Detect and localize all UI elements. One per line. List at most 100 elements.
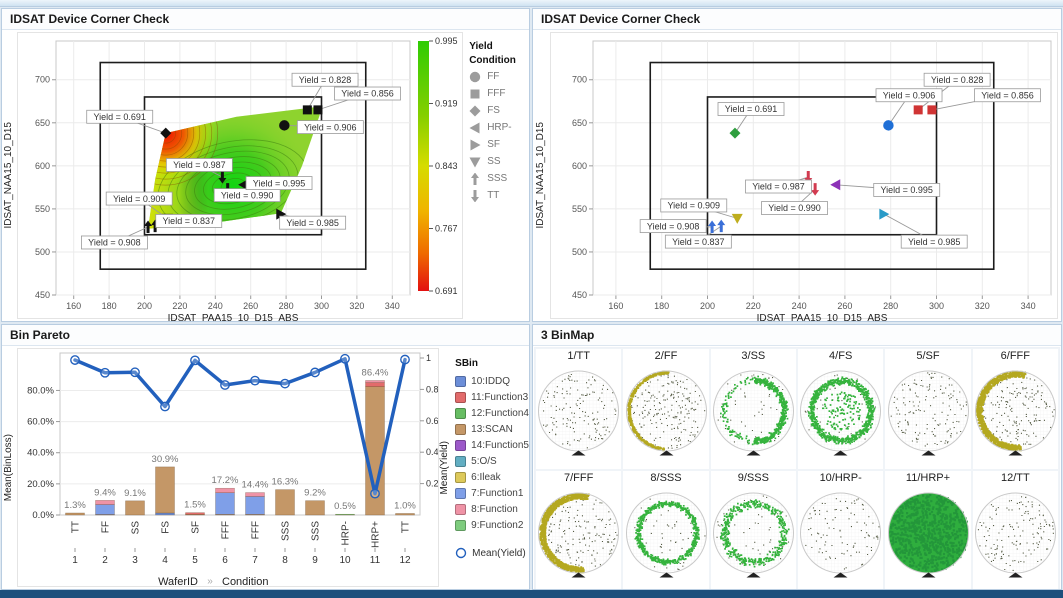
mean-yield-point[interactable]: [400, 355, 408, 363]
data-point-marker[interactable]: [914, 105, 923, 114]
data-point-marker[interactable]: [303, 105, 312, 114]
condition-legend-item-sf[interactable]: SF: [469, 136, 529, 153]
wafer-map[interactable]: [972, 485, 1059, 589]
data-point-marker[interactable]: [471, 173, 479, 185]
data-point-marker[interactable]: [471, 89, 480, 98]
wafer-map[interactable]: [885, 363, 972, 469]
mean-yield-point[interactable]: [340, 355, 348, 363]
yield-annotation: Yield = 0.828: [292, 73, 358, 86]
wafer-map[interactable]: [710, 363, 797, 469]
mean-yield-point[interactable]: [160, 402, 168, 410]
wafer-map[interactable]: [972, 363, 1059, 469]
wafer-map[interactable]: [797, 485, 884, 589]
wafer-map[interactable]: [535, 363, 622, 469]
data-point-marker[interactable]: [927, 105, 936, 114]
binloss-bar-segment[interactable]: [215, 493, 234, 515]
binloss-bar-segment[interactable]: [125, 501, 144, 515]
binloss-bar-segment[interactable]: [155, 467, 174, 513]
data-point-marker[interactable]: [470, 71, 480, 81]
wafer-map[interactable]: [623, 485, 710, 589]
data-point-marker[interactable]: [883, 120, 893, 130]
sbin-legend-item[interactable]: 6:Ileak: [455, 469, 529, 485]
corner-contour-chart[interactable]: 1601802002202402602803003203404505005506…: [18, 33, 416, 321]
sbin-legend-item[interactable]: 9:Function2: [455, 517, 529, 533]
mean-yield-point[interactable]: [280, 379, 288, 387]
mean-yield-point[interactable]: [370, 489, 378, 497]
mean-yield-point[interactable]: [130, 368, 138, 376]
wafer-id-tick-label: 7: [252, 555, 258, 566]
sbin-legend-item[interactable]: 5:O/S: [455, 453, 529, 469]
binloss-bar-segment[interactable]: [335, 514, 354, 515]
binloss-bar-segment[interactable]: [215, 488, 234, 493]
wafer-cell-4-fs[interactable]: 4/FS: [797, 348, 884, 470]
wafer-cell-8-sss[interactable]: 8/SSS: [622, 470, 709, 589]
wafer-cell-1-tt[interactable]: 1/TT: [535, 348, 622, 470]
binloss-bar-segment[interactable]: [365, 383, 384, 387]
svg-text:0.6: 0.6: [426, 416, 438, 426]
binloss-bar-segment[interactable]: [305, 501, 324, 515]
sbin-legend-item[interactable]: 14:Function5: [455, 437, 529, 453]
data-point-marker[interactable]: [471, 190, 479, 202]
mean-yield-point[interactable]: [100, 369, 108, 377]
binloss-bar-segment[interactable]: [245, 493, 264, 497]
binloss-bar-segment[interactable]: [365, 380, 384, 382]
data-point-marker[interactable]: [470, 105, 481, 116]
sbin-legend-item[interactable]: 10:IDDQ: [455, 373, 529, 389]
mean-yield-point[interactable]: [250, 376, 258, 384]
data-point-marker[interactable]: [470, 157, 481, 167]
svg-text:IDSAT_PAA15_10_D15_ABS: IDSAT_PAA15_10_D15_ABS: [168, 313, 299, 321]
binloss-bar-segment[interactable]: [155, 513, 174, 515]
mean-yield-point[interactable]: [70, 356, 78, 364]
wafer-map[interactable]: [885, 485, 972, 589]
wafer-cell-6-fff[interactable]: 6/FFF: [972, 348, 1059, 470]
data-point-marker[interactable]: [314, 105, 323, 114]
condition-legend-item-ss[interactable]: SS: [469, 153, 529, 170]
condition-legend-item-fff[interactable]: FFF: [469, 85, 529, 102]
svg-text:220: 220: [173, 301, 188, 311]
binloss-bar-segment[interactable]: [65, 513, 84, 515]
data-point-marker[interactable]: [471, 139, 481, 150]
sbin-legend-item[interactable]: 11:Function3: [455, 389, 529, 405]
binloss-bar-segment[interactable]: [185, 513, 204, 515]
mean-yield-point[interactable]: [220, 381, 228, 389]
wafer-label: 4/FS: [829, 349, 852, 363]
data-point-marker[interactable]: [279, 120, 289, 130]
mean-yield-point[interactable]: [190, 356, 198, 364]
condition-legend-item-ff[interactable]: FF: [469, 68, 529, 85]
mean-yield-legend[interactable]: Mean(Yield): [455, 547, 529, 559]
sbin-legend-item[interactable]: 8:Function: [455, 501, 529, 517]
wafer-map[interactable]: [535, 485, 622, 589]
wafer-map[interactable]: [797, 363, 884, 469]
condition-legend-item-hrp-[interactable]: HRP-: [469, 119, 529, 136]
binloss-bar-segment[interactable]: [275, 490, 294, 515]
wafer-cell-3-ss[interactable]: 3/SS: [710, 348, 797, 470]
wafer-map[interactable]: [623, 363, 710, 469]
binloss-bar-segment[interactable]: [95, 505, 114, 515]
wafer-cell-11-hrp+[interactable]: 11/HRP+: [884, 470, 971, 589]
condition-legend-item-tt[interactable]: TT: [469, 187, 529, 204]
sbin-legend-item[interactable]: 7:Function1: [455, 485, 529, 501]
wafer-cell-10-hrp-[interactable]: 10/HRP-: [797, 470, 884, 589]
svg-text:300: 300: [314, 301, 329, 311]
wafer-cell-2-ff[interactable]: 2/FF: [622, 348, 709, 470]
sbin-legend-item[interactable]: 13:SCAN: [455, 421, 529, 437]
sbin-color-chip: [455, 472, 466, 483]
binloss-bar-segment[interactable]: [95, 500, 114, 504]
wafer-cell-7-fff[interactable]: 7/FFF: [535, 470, 622, 589]
wafer-cell-12-tt[interactable]: 12/TT: [972, 470, 1059, 589]
condition-legend-label: FF: [487, 71, 499, 82]
binloss-bar-segment[interactable]: [395, 513, 414, 515]
wafer-cell-5-sf[interactable]: 5/SF: [884, 348, 971, 470]
bin-pareto-chart[interactable]: 0.0%20.0%40.0%60.0%80.0%0.20.40.60.811.3…: [18, 349, 438, 589]
binloss-bar-segment[interactable]: [245, 496, 264, 514]
svg-text:450: 450: [572, 290, 587, 300]
condition-legend-item-fs[interactable]: FS: [469, 102, 529, 119]
corner-scatter-chart[interactable]: 1601802002202402602803003203404505005506…: [551, 33, 1057, 321]
sbin-legend-item[interactable]: 12:Function4: [455, 405, 529, 421]
svg-text:700: 700: [572, 75, 587, 85]
wafer-map[interactable]: [710, 485, 797, 589]
condition-legend-item-sss[interactable]: SSS: [469, 170, 529, 187]
wafer-cell-9-sss[interactable]: 9/SSS: [710, 470, 797, 589]
mean-yield-point[interactable]: [310, 368, 318, 376]
data-point-marker[interactable]: [470, 122, 480, 133]
